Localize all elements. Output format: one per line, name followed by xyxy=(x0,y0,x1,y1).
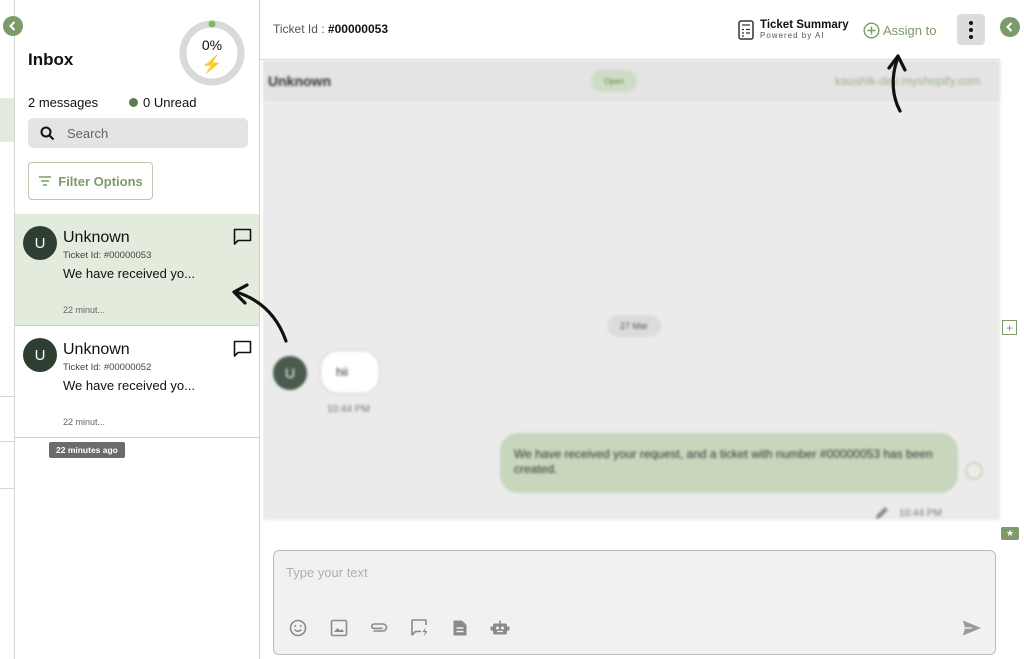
chevron-left-icon xyxy=(9,21,16,31)
collapse-details-button[interactable] xyxy=(1000,17,1020,37)
progress-percent: 0% xyxy=(201,37,223,53)
search-icon xyxy=(40,126,55,140)
rail-divider xyxy=(0,488,14,489)
ticket-progress-ring: 0% ⚡ xyxy=(178,19,246,87)
time-tooltip: 22 minutes ago xyxy=(49,442,125,458)
message-count: 2 messages xyxy=(28,95,99,110)
left-rail xyxy=(0,0,15,659)
outgoing-message: We have received your request, and a tic… xyxy=(500,433,958,493)
date-chip: 27 Mar xyxy=(607,315,661,337)
emoji-icon xyxy=(289,619,307,637)
plus-square-icon[interactable]: + xyxy=(1002,320,1017,335)
inbox-title: Inbox xyxy=(28,50,74,69)
attachment-button[interactable] xyxy=(368,617,390,639)
pencil-icon xyxy=(876,507,888,519)
more-vertical-icon-dot xyxy=(969,27,973,32)
bot-icon xyxy=(490,620,510,635)
message-composer xyxy=(273,550,996,655)
ticket-preview: We have received yo... xyxy=(63,378,195,393)
image-icon xyxy=(330,619,348,637)
outgoing-message-time: 10:44 PM xyxy=(899,507,942,519)
message-status-icon xyxy=(965,462,983,480)
progress-ring-track xyxy=(179,20,245,86)
ticket-summary-title: Ticket Summary xyxy=(760,19,849,31)
helpdesk-app: Inbox 0% ⚡ 2 messages 0 Unread Filter Op… xyxy=(0,0,1024,659)
document-button[interactable] xyxy=(449,617,471,639)
plus-circle-icon xyxy=(863,22,880,39)
ticket-contact-name: Unknown xyxy=(63,229,130,246)
bolt-icon: ⚡ xyxy=(201,55,223,74)
calculator-icon xyxy=(738,20,754,40)
rail-divider xyxy=(0,396,14,397)
ticket-header: Ticket Id : #00000053 Ticket Summary Pow… xyxy=(260,0,1000,60)
store-domain: kaushik-dev.myshopify.com xyxy=(835,74,981,88)
send-icon xyxy=(963,620,981,636)
assign-to-button[interactable]: Assign to xyxy=(863,22,936,39)
ticket-summary-subtitle: Powered by AI xyxy=(760,31,825,40)
ticket-time: 22 minut... xyxy=(63,417,106,427)
bot-button[interactable] xyxy=(489,617,511,639)
ticket-id-label: Ticket Id: #00000053 xyxy=(63,250,152,261)
filter-options-label: Filter Options xyxy=(58,173,143,189)
avatar: U xyxy=(23,338,57,372)
chevron-left-icon xyxy=(1006,22,1013,32)
collapse-sidebar-button[interactable] xyxy=(3,16,23,36)
outgoing-message-meta: 10:44 PM xyxy=(873,504,942,522)
ticket-summary-button[interactable]: Ticket Summary Powered by AI xyxy=(738,19,849,41)
unread-label: 0 Unread xyxy=(143,95,197,110)
incoming-message: hii xyxy=(320,350,380,394)
incoming-message-time: 10:44 PM xyxy=(327,404,370,415)
ticket-list-item[interactable]: U Unknown Ticket Id: #00000053 We have r… xyxy=(15,214,259,326)
ticket-contact-name: Unknown xyxy=(63,341,130,358)
assign-to-label: Assign to xyxy=(883,23,937,38)
message-input[interactable] xyxy=(286,565,976,595)
ticket-icon[interactable]: ★ xyxy=(1001,527,1019,540)
chat-bubble-icon xyxy=(233,340,252,357)
ticket-id-value: #00000053 xyxy=(327,22,388,36)
inbox-panel: Inbox 0% ⚡ 2 messages 0 Unread Filter Op… xyxy=(15,0,260,659)
rail-divider xyxy=(0,441,14,442)
chat-messages: 27 Mar U hii 10:44 PM We have received y… xyxy=(263,102,1000,520)
ticket-id-label: Ticket Id : xyxy=(273,22,325,36)
chat-header: Unknown Open kaushik-dev.myshopify.com xyxy=(263,60,1000,102)
chat-contact-name: Unknown xyxy=(268,73,331,89)
attachment-icon xyxy=(371,623,388,632)
status-badge: Open xyxy=(591,70,637,92)
send-button[interactable] xyxy=(960,617,984,639)
unread-dot-icon xyxy=(129,98,138,107)
document-icon xyxy=(453,620,467,636)
emoji-button[interactable] xyxy=(287,617,309,639)
more-vertical-icon xyxy=(969,20,973,25)
quick-reply-button[interactable] xyxy=(409,617,431,639)
filter-options-button[interactable]: Filter Options xyxy=(28,162,153,200)
image-button[interactable] xyxy=(328,617,350,639)
ticket-preview: We have received yo... xyxy=(63,266,195,281)
avatar: U xyxy=(23,226,57,260)
more-options-button[interactable] xyxy=(957,14,985,45)
chat-bubble-icon xyxy=(233,228,252,245)
search-box xyxy=(28,118,248,148)
rail-active-indicator xyxy=(0,98,14,142)
ticket-id: Ticket Id : #00000053 xyxy=(273,22,388,36)
avatar: U xyxy=(273,356,307,390)
filter-icon xyxy=(39,176,52,186)
search-input[interactable] xyxy=(67,125,227,141)
unread-count: 0 Unread xyxy=(129,95,196,110)
quick-reply-icon xyxy=(411,619,428,636)
ticket-list-item[interactable]: U Unknown Ticket Id: #00000052 We have r… xyxy=(15,326,259,438)
ticket-id-label: Ticket Id: #00000052 xyxy=(63,362,152,373)
more-vertical-icon-dot xyxy=(969,34,973,39)
ticket-time: 22 minut... xyxy=(63,305,106,315)
